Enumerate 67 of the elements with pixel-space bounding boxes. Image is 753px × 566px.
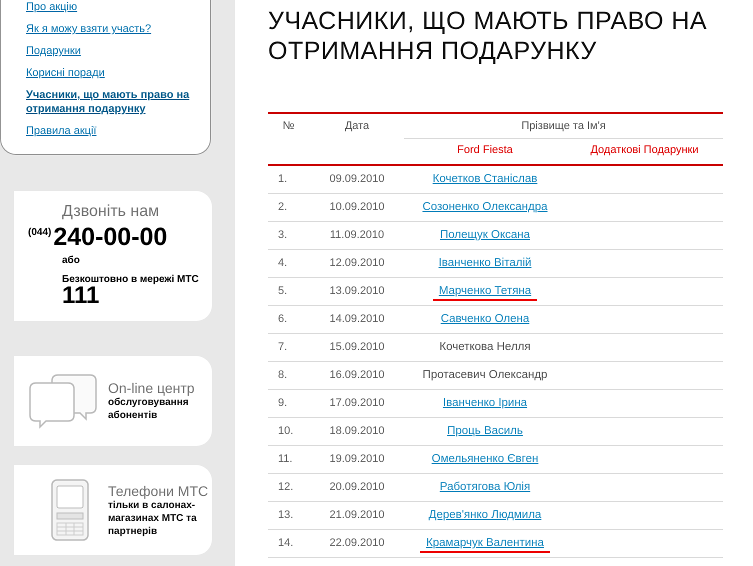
table-cell: 22.09.2010 <box>310 529 404 557</box>
free-call-label: Безкоштовно в мережі МТС <box>62 274 200 285</box>
participant-link[interactable]: Марченко Тетяна <box>432 285 538 301</box>
table-cell: 10. <box>268 417 310 445</box>
table-cell: 16.09.2010 <box>310 361 404 389</box>
participant-name: Кочеткова Нелля <box>438 341 532 355</box>
area-code: (044) <box>28 227 52 238</box>
promo-text: обслуговування абонентів <box>108 396 190 422</box>
column-header: Ford Fiesta <box>404 138 566 164</box>
column-header: № <box>268 113 310 164</box>
nav-link[interactable]: Правила акції <box>26 124 96 138</box>
table-cell: 11.09.2010 <box>310 221 404 249</box>
participant-link[interactable]: Дерев'янко Людмила <box>422 509 548 523</box>
table-cell: 14.09.2010 <box>310 305 404 333</box>
table-cell: 14. <box>268 529 310 557</box>
call-title: Дзвоніть нам <box>62 203 160 221</box>
participant-link[interactable]: Кочетков Станіслав <box>426 173 544 187</box>
table-cell: 12. <box>268 473 310 501</box>
table-cell: 15.09.2010 <box>310 333 404 361</box>
promo-title: Телефони МТС <box>108 482 208 498</box>
promo-card[interactable]: Телефони МТС тільки в салонах-магазинах МТС та партнерів <box>14 465 212 555</box>
table-cell: 21.09.2010 <box>310 501 404 529</box>
promo-title: On-line центр <box>108 380 196 396</box>
participant-link[interactable]: Савченко Олена <box>434 313 536 327</box>
table-cell: 5. <box>268 277 310 305</box>
table-cell: 3. <box>268 221 310 249</box>
participant-link[interactable]: Крамарчук Валентина <box>420 537 550 553</box>
table-cell: 2. <box>268 193 310 221</box>
participant-link[interactable]: Іванченко Ірина <box>436 397 534 411</box>
table-cell: 12.09.2010 <box>310 249 404 277</box>
participant-link[interactable]: Работягова Юлія <box>434 481 536 495</box>
table-cell: 4. <box>268 249 310 277</box>
column-header: Додаткові Подарунки <box>566 138 723 164</box>
table-cell: 09.09.2010 <box>310 164 404 193</box>
phone-number: 240-00-00 <box>53 223 168 251</box>
nav-link[interactable]: Корисні поради <box>26 66 105 80</box>
table-cell: 17.09.2010 <box>310 389 404 417</box>
table-cell: 10.09.2010 <box>310 193 404 221</box>
table-cell: 18.09.2010 <box>310 417 404 445</box>
participant-link[interactable]: Проць Василь <box>441 425 529 439</box>
mobile-phone-icon <box>50 478 90 542</box>
page-title: УЧАСНИКИ, ЩО МАЮТЬ ПРАВО НА ОТРИМАННЯ ПОДАРУНКУ <box>268 6 708 66</box>
table-cell: 11. <box>268 445 310 473</box>
table-cell: 20.09.2010 <box>310 473 404 501</box>
table-cell: 13. <box>268 501 310 529</box>
column-header: Дата <box>310 113 404 164</box>
table-cell: 1. <box>268 164 310 193</box>
participant-link[interactable]: Іванченко Віталій <box>432 257 538 271</box>
nav-link[interactable]: Подарунки <box>26 44 81 58</box>
or-text: або <box>62 255 81 266</box>
participant-link[interactable]: Созоненко Олександра <box>416 201 554 215</box>
participant-link[interactable]: Полещук Оксана <box>434 229 536 243</box>
nav-link[interactable]: Учасники, що мають право на отримання подарунку <box>26 88 210 116</box>
table-cell: 8. <box>268 361 310 389</box>
participant-name: Протасевич Олександр <box>422 369 548 383</box>
short-number: 111 <box>62 285 100 307</box>
table-cell: 9. <box>268 389 310 417</box>
table-cell: 6. <box>268 305 310 333</box>
table-cell: 7. <box>268 333 310 361</box>
nav-link[interactable]: Як я можу взяти участь? <box>26 22 152 36</box>
column-header: Прізвище та Ім'я <box>404 113 723 138</box>
nav-link[interactable]: Про акцію <box>26 0 78 14</box>
promo-card[interactable]: On-line центр обслуговування абонентів <box>14 356 212 446</box>
table-cell: 19.09.2010 <box>310 445 404 473</box>
promo-text: тільки в салонах-магазинах МТС та партнерів <box>108 499 198 538</box>
participant-link[interactable]: Омельяненко Євген <box>426 453 544 467</box>
table-cell: 13.09.2010 <box>310 277 404 305</box>
